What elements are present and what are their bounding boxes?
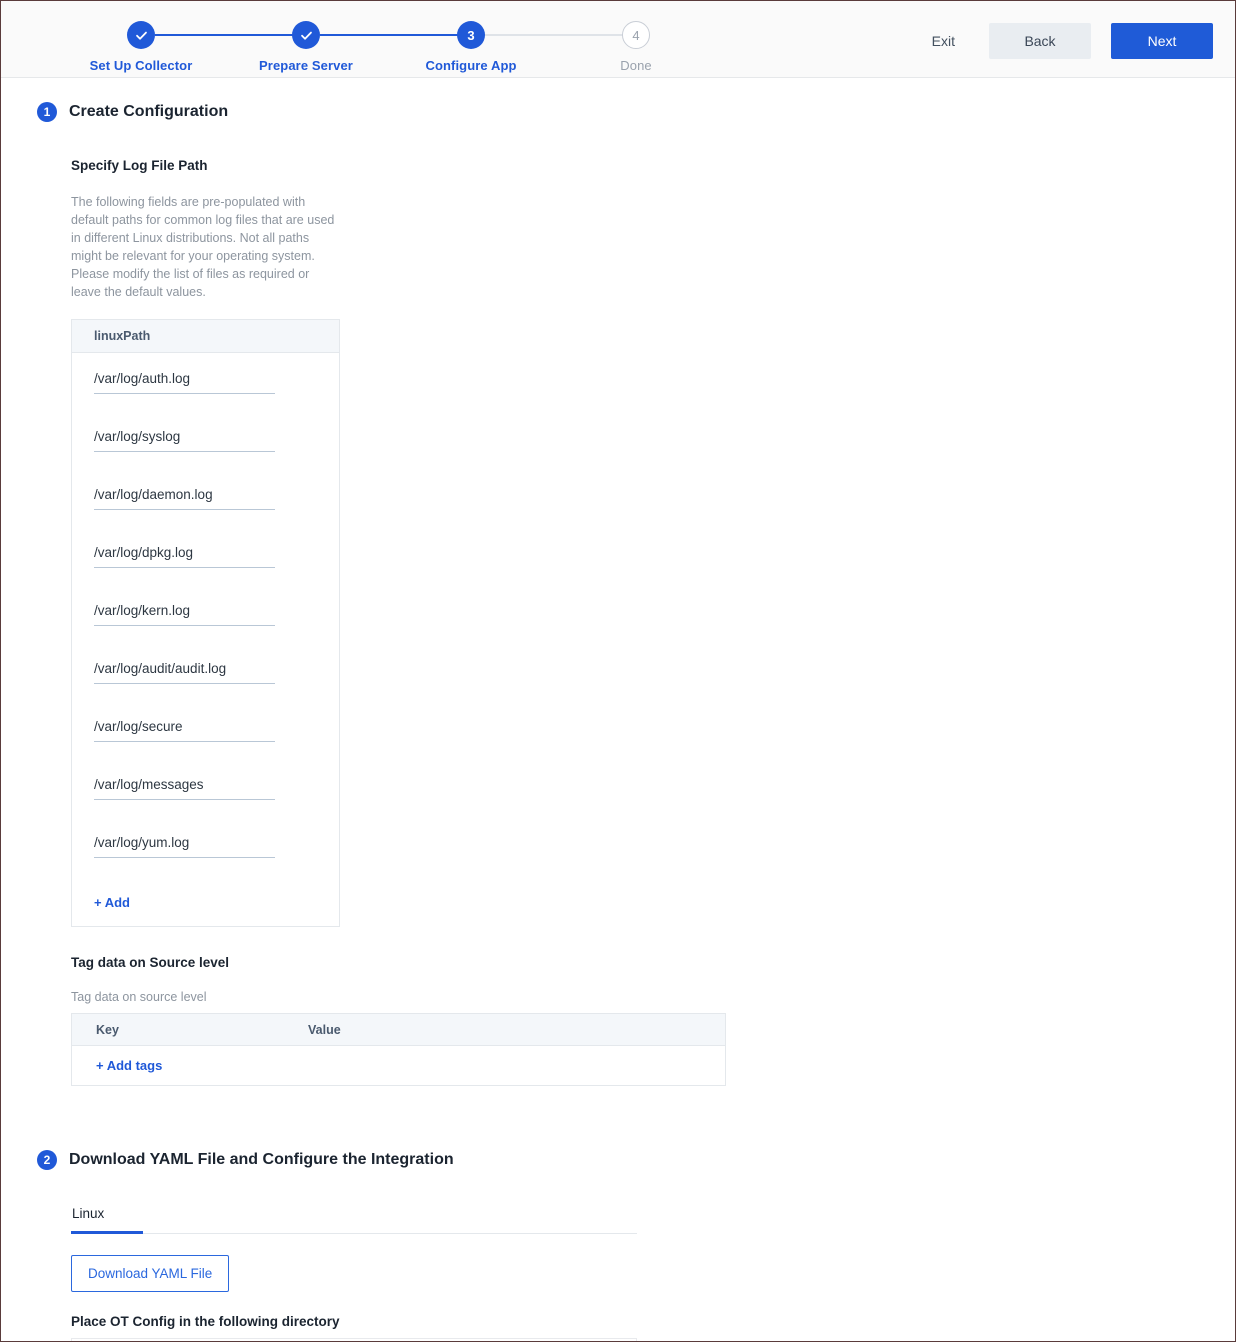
table-row	[72, 661, 339, 709]
table-row	[72, 545, 339, 593]
exit-button[interactable]: Exit	[914, 23, 973, 59]
log-path-input[interactable]	[94, 603, 275, 626]
wizard-step-label: Prepare Server	[259, 58, 353, 73]
section-title: Create Configuration	[69, 103, 229, 120]
section-number-badge: 1	[37, 102, 57, 122]
log-path-input[interactable]	[94, 429, 275, 452]
table-row	[72, 487, 339, 535]
section-1-content: Specify Log File Path The following fiel…	[1, 158, 1235, 1086]
wizard-stepper: Set Up Collector Prepare Server 3 Config…	[1, 1, 771, 78]
section-title: Download YAML File and Configure the Int…	[69, 1151, 454, 1168]
log-path-input[interactable]	[94, 661, 275, 684]
log-path-input[interactable]	[94, 835, 275, 858]
step-number-badge: 3	[457, 21, 485, 49]
wizard-step-label: Configure App	[425, 58, 517, 73]
linux-path-column-header: linuxPath	[72, 320, 339, 353]
step-connector-1	[155, 34, 306, 36]
tag-table-body: + Add tags	[72, 1046, 725, 1085]
log-path-input[interactable]	[94, 719, 275, 742]
next-button[interactable]: Next	[1111, 23, 1213, 59]
place-ot-config-label: Place OT Config in the following directo…	[71, 1314, 340, 1329]
section-number-badge: 2	[37, 1150, 57, 1170]
table-row	[72, 429, 339, 477]
tag-column-value: Value	[308, 1022, 341, 1037]
tag-data-caption: Tag data on source level	[71, 990, 207, 1004]
download-yaml-button[interactable]: Download YAML File	[71, 1255, 230, 1292]
section-1-header: 1 Create Configuration	[1, 102, 1235, 122]
header-actions: Exit Back Next	[914, 23, 1213, 59]
log-path-input[interactable]	[94, 371, 275, 394]
wizard-step-label: Done	[620, 58, 652, 73]
linux-path-rows	[72, 353, 339, 883]
tab-linux[interactable]: Linux	[71, 1196, 143, 1234]
wizard-step-done[interactable]: 4 Done	[551, 21, 721, 73]
log-path-input[interactable]	[94, 487, 275, 510]
tag-column-key: Key	[96, 1022, 119, 1037]
table-row	[72, 719, 339, 767]
wizard-step-set-up-collector[interactable]: Set Up Collector	[56, 21, 226, 73]
wizard-step-label: Set Up Collector	[89, 58, 193, 73]
step-number-badge: 4	[622, 21, 650, 49]
add-tags-link[interactable]: + Add tags	[96, 1058, 162, 1073]
section-2-header: 2 Download YAML File and Configure the I…	[1, 1150, 1235, 1170]
wizard-header: Set Up Collector Prepare Server 3 Config…	[1, 1, 1235, 78]
log-path-input[interactable]	[94, 545, 275, 568]
table-row	[72, 777, 339, 825]
table-row	[72, 371, 339, 419]
page-body: 1 Create Configuration Specify Log File …	[1, 78, 1235, 1341]
section-download-yaml: 2 Download YAML File and Configure the I…	[1, 1086, 1235, 1341]
specify-log-file-path-heading: Specify Log File Path	[71, 158, 208, 173]
platform-tabs: Linux	[71, 1196, 637, 1234]
tag-data-heading: Tag data on Source level	[71, 955, 230, 970]
section-create-configuration: 1 Create Configuration Specify Log File …	[1, 78, 1235, 1086]
step-complete-icon	[127, 21, 155, 49]
directory-path-box: /etc/otelcol-sumo/conf.d/ Copy	[71, 1338, 637, 1341]
wizard-page: Set Up Collector Prepare Server 3 Config…	[0, 0, 1236, 1342]
step-connector-3	[485, 34, 636, 36]
add-path-link[interactable]: + Add	[72, 883, 339, 926]
back-button[interactable]: Back	[989, 23, 1091, 59]
tag-table: Key Value + Add tags	[71, 1013, 726, 1086]
log-path-input[interactable]	[94, 777, 275, 800]
linux-path-table: linuxPath + Add	[71, 319, 340, 927]
tag-table-header: Key Value	[72, 1014, 725, 1046]
step-complete-icon	[292, 21, 320, 49]
log-path-helper-text: The following fields are pre-populated w…	[71, 195, 335, 299]
section-2-content: Linux Download YAML File Place OT Config…	[1, 1196, 1235, 1341]
step-connector-2	[320, 34, 471, 36]
table-row	[72, 835, 339, 883]
wizard-step-configure-app[interactable]: 3 Configure App	[386, 21, 556, 73]
table-row	[72, 603, 339, 651]
wizard-step-prepare-server[interactable]: Prepare Server	[221, 21, 391, 73]
